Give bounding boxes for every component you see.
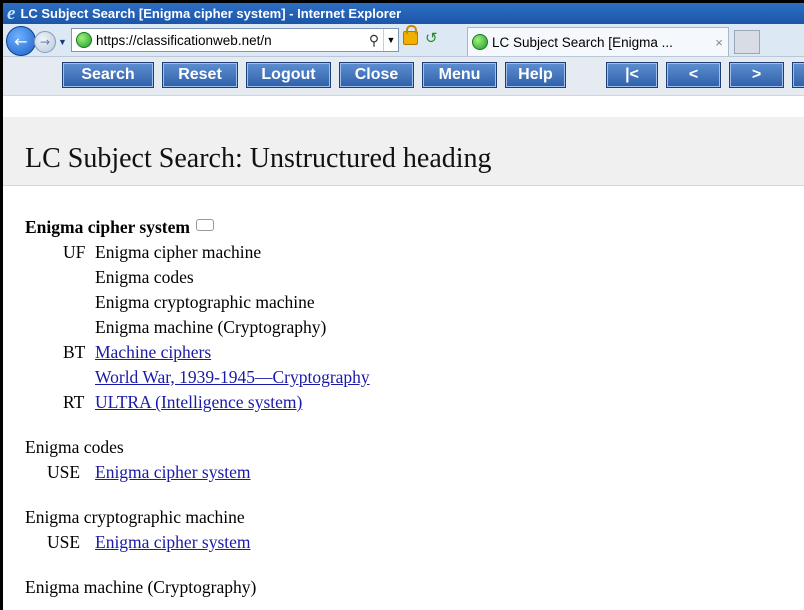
entry-heading: Enigma cipher system — [25, 217, 190, 237]
see-ref-term: Enigma codes — [25, 437, 124, 457]
bt-link[interactable]: Machine ciphers — [95, 340, 211, 365]
window-title: LC Subject Search [Enigma cipher system]… — [20, 6, 402, 21]
close-tab-icon[interactable]: × — [710, 35, 728, 50]
use-tag: USE — [47, 462, 81, 482]
use-link[interactable]: Enigma cipher system — [95, 460, 251, 485]
help-button[interactable]: Help — [505, 62, 566, 88]
see-ref-term-row: Enigma cryptographic machine — [25, 505, 256, 530]
uf-row: Enigma codes — [25, 265, 256, 290]
see-ref-term: Enigma cryptographic machine — [25, 507, 245, 527]
use-link[interactable]: Enigma cipher system — [95, 530, 251, 555]
browser-tab[interactable]: LC Subject Search [Enigma ... × — [467, 27, 729, 56]
page-title: LC Subject Search: Unstructured heading — [25, 143, 492, 174]
address-url[interactable]: https://classificationweb.net/n — [96, 33, 365, 48]
browser-nav-bar: ← → ▼ https://classificationweb.net/n ⚲ … — [3, 24, 804, 57]
close-button[interactable]: Close — [339, 62, 414, 88]
history-dropdown-icon[interactable]: ▼ — [58, 37, 67, 47]
refresh-icon[interactable]: ↺ — [425, 29, 438, 47]
rt-row: RT ULTRA (Intelligence system) — [25, 390, 302, 415]
uf-term: Enigma cryptographic machine — [95, 292, 315, 312]
page-heading-band: LC Subject Search: Unstructured heading — [3, 117, 804, 186]
uf-row: Enigma machine (Cryptography) — [25, 315, 326, 340]
subject-entry: Enigma cipher system UF Enigma cipher ma… — [25, 215, 370, 600]
last-page-button[interactable] — [792, 62, 804, 88]
see-ref-term: Enigma machine (Cryptography) — [25, 577, 257, 597]
rt-tag: RT — [63, 392, 85, 412]
back-arrow-icon: ← — [14, 31, 28, 51]
back-button[interactable]: ← — [6, 26, 36, 56]
internet-explorer-icon: e — [7, 3, 16, 24]
first-page-button[interactable]: |< — [606, 62, 658, 88]
page-toolbar: Search Reset Logout Close Menu Help |< <… — [3, 57, 804, 96]
uf-term: Enigma machine (Cryptography) — [95, 317, 327, 337]
tab-globe-icon — [472, 34, 488, 50]
bt-row: BT Machine ciphers — [25, 340, 256, 365]
search-icon[interactable]: ⚲ — [365, 32, 383, 49]
see-ref-term-row: Enigma machine (Cryptography) — [25, 575, 256, 600]
lock-icon[interactable] — [403, 25, 418, 45]
browser-window: e LC Subject Search [Enigma cipher syste… — [3, 3, 804, 610]
address-bar[interactable]: https://classificationweb.net/n ⚲ ▼ — [71, 28, 399, 52]
next-page-button[interactable]: > — [729, 62, 784, 88]
reset-button[interactable]: Reset — [162, 62, 238, 88]
bt-tag: BT — [63, 342, 86, 362]
see-ref-term-row: Enigma codes — [25, 435, 256, 460]
site-globe-icon — [76, 32, 92, 48]
uf-term: Enigma cipher machine — [95, 242, 262, 262]
rt-link[interactable]: ULTRA (Intelligence system) — [95, 390, 302, 415]
use-row: USE Enigma cipher system — [25, 530, 256, 555]
search-button[interactable]: Search — [62, 62, 154, 88]
bt-row: World War, 1939-1945—Cryptography — [25, 365, 370, 390]
use-row: USE Enigma cipher system — [25, 460, 256, 485]
uf-tag: UF — [63, 242, 86, 262]
previous-page-button[interactable]: < — [666, 62, 721, 88]
new-tab-button[interactable] — [734, 30, 760, 54]
uf-row: UF Enigma cipher machine — [25, 240, 261, 265]
menu-button[interactable]: Menu — [422, 62, 497, 88]
uf-term: Enigma codes — [95, 267, 194, 287]
entry-heading-row: Enigma cipher system — [25, 215, 256, 240]
bt-link[interactable]: World War, 1939-1945—Cryptography — [95, 365, 370, 390]
window-title-bar: e LC Subject Search [Enigma cipher syste… — [3, 3, 804, 24]
use-tag: USE — [47, 532, 81, 552]
uf-row: Enigma cryptographic machine — [25, 290, 315, 315]
note-icon[interactable] — [195, 219, 214, 231]
forward-button[interactable]: → — [34, 31, 56, 53]
address-dropdown-icon[interactable]: ▼ — [383, 29, 398, 51]
logout-button[interactable]: Logout — [246, 62, 331, 88]
forward-arrow-icon: → — [39, 35, 51, 49]
tab-label: LC Subject Search [Enigma ... — [492, 34, 673, 50]
